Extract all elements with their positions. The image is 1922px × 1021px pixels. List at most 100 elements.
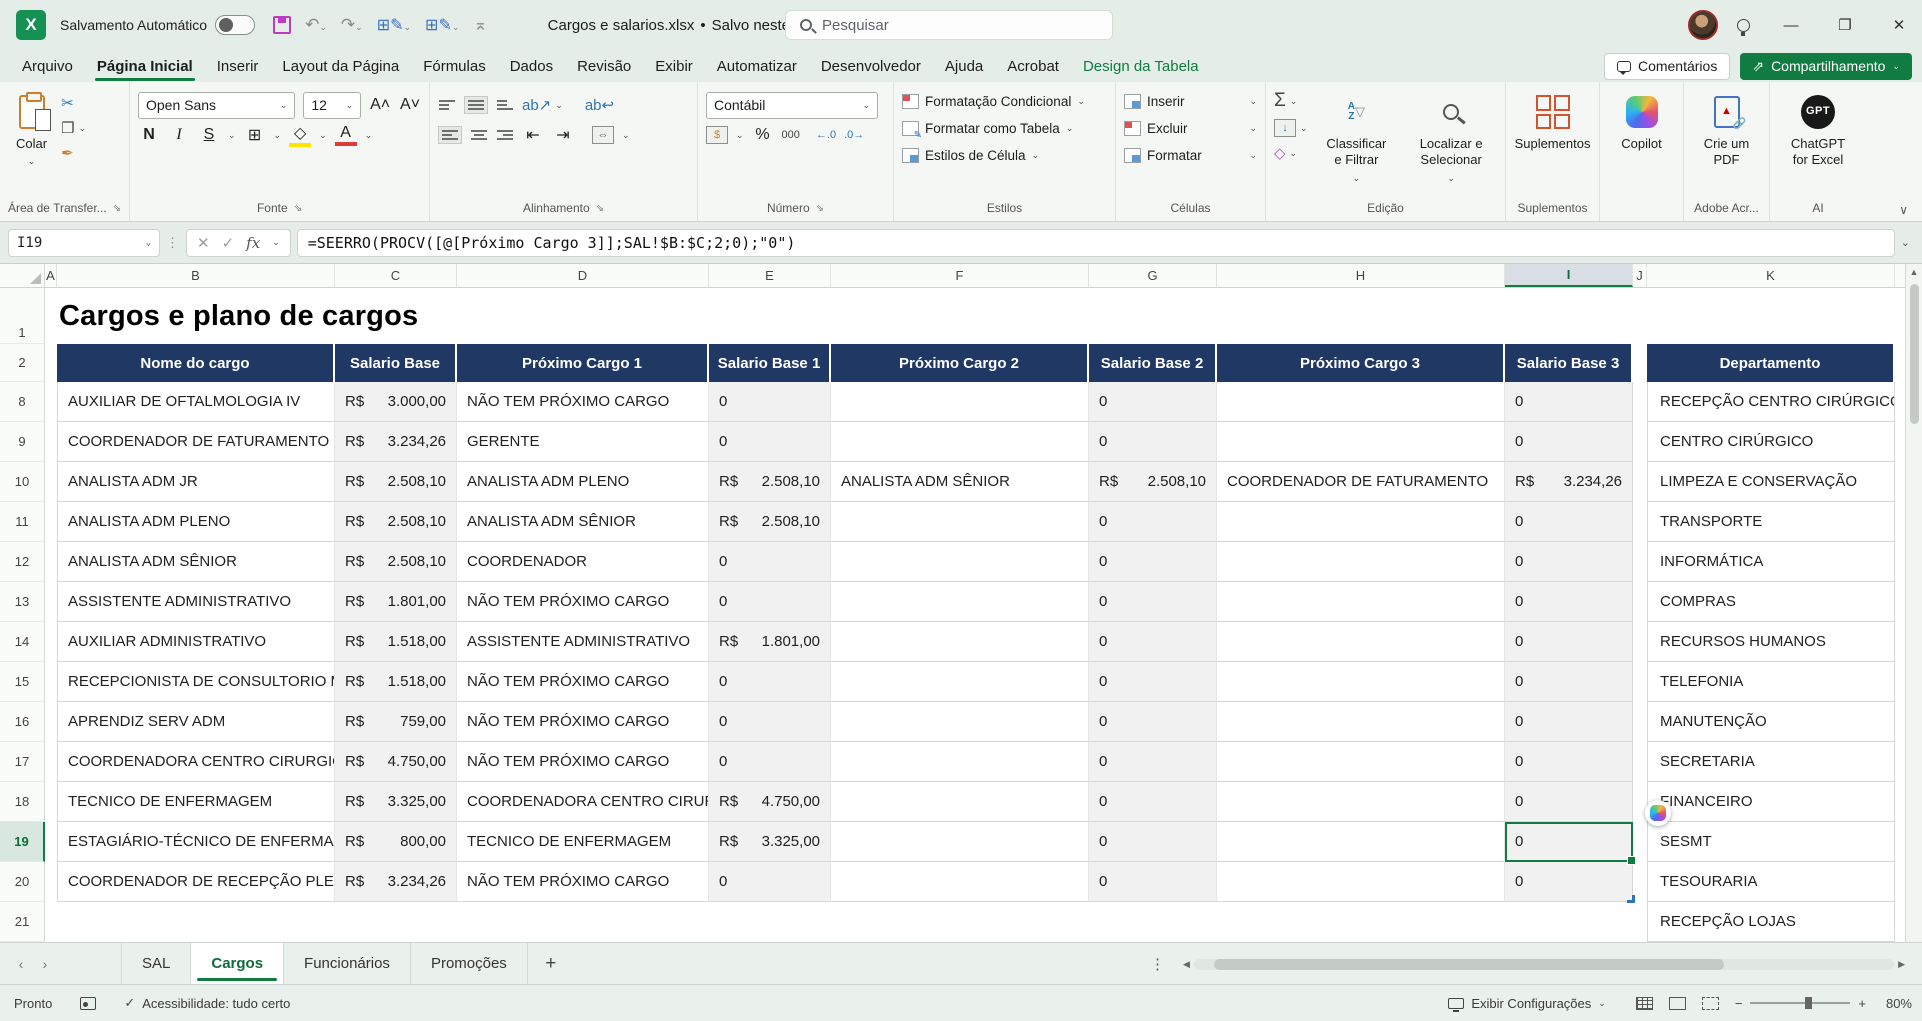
cell-J15[interactable] — [1633, 662, 1647, 702]
row-header-19[interactable]: 19 — [0, 822, 45, 862]
minimize-button[interactable]: — — [1768, 0, 1814, 50]
cell-A12[interactable] — [45, 542, 57, 582]
fill-color-icon[interactable]: ◇ — [289, 123, 311, 147]
insert-cells-button[interactable]: Inserir⌄ — [1124, 88, 1257, 115]
customize-quick-access-icon[interactable]: ⌅ — [473, 15, 487, 35]
sheet-tab-sal[interactable]: SAL — [121, 943, 191, 984]
scroll-left-icon[interactable]: ◀ — [1183, 959, 1190, 970]
cell-next2-15[interactable] — [831, 662, 1089, 702]
cell-sal2-14[interactable]: 0 — [1089, 622, 1217, 662]
cell-sal3-9[interactable]: 0 — [1505, 422, 1633, 462]
cell-sal3-19[interactable]: 0 — [1505, 822, 1633, 862]
cell-next1-15[interactable]: NÃO TEM PRÓXIMO CARGO — [457, 662, 709, 702]
table-header-8[interactable]: Salario Base 3 — [1505, 344, 1633, 382]
cell-next2-12[interactable] — [831, 542, 1089, 582]
zoom-out-icon[interactable]: − — [1735, 996, 1743, 1011]
cell-J10[interactable] — [1633, 462, 1647, 502]
cell-next1-19[interactable]: TECNICO DE ENFERMAGEM — [457, 822, 709, 862]
cell-name-16[interactable]: APRENDIZ SERV ADM — [57, 702, 335, 742]
row-header-15[interactable]: 15 — [0, 662, 45, 702]
copilot-in-cell-button[interactable] — [1645, 800, 1671, 826]
expand-formula-bar-icon[interactable]: ⌄ — [1901, 236, 1914, 249]
department-header[interactable]: Departamento — [1647, 344, 1895, 382]
column-header-K[interactable]: K — [1647, 264, 1895, 287]
cell-next1-8[interactable]: NÃO TEM PRÓXIMO CARGO — [457, 382, 709, 422]
cell-next2-18[interactable] — [831, 782, 1089, 822]
row-header-18[interactable]: 18 — [0, 782, 45, 822]
table-header-4[interactable]: Salario Base 1 — [709, 344, 831, 382]
cell-dept-18[interactable]: FINANCEIRO — [1647, 782, 1895, 822]
cell-name-14[interactable]: AUXILIAR ADMINISTRATIVO — [57, 622, 335, 662]
cell-base-9[interactable]: R$3.234,26 — [335, 422, 457, 462]
cell-A8[interactable] — [45, 382, 57, 422]
zoom-slider-thumb[interactable] — [1805, 997, 1812, 1009]
table-resize-handle[interactable] — [1627, 895, 1635, 903]
cell-next1-10[interactable]: ANALISTA ADM PLENO — [457, 462, 709, 502]
cell-next1-17[interactable]: NÃO TEM PRÓXIMO CARGO — [457, 742, 709, 782]
column-header-G[interactable]: G — [1089, 264, 1217, 287]
number-format-select[interactable]: Contábil⌄ — [706, 92, 878, 119]
menu-tab-revisão[interactable]: Revisão — [565, 50, 643, 82]
cell-sal2-9[interactable]: 0 — [1089, 422, 1217, 462]
normal-view-icon[interactable] — [1636, 997, 1653, 1010]
font-color-icon[interactable]: A — [335, 124, 357, 146]
cell-next2-8[interactable] — [831, 382, 1089, 422]
cell-next3-12[interactable] — [1217, 542, 1505, 582]
cell-sal3-11[interactable]: 0 — [1505, 502, 1633, 542]
insert-function-icon[interactable]: fx — [246, 234, 260, 252]
column-header-C[interactable]: C — [335, 264, 457, 287]
cell-name-20[interactable]: COORDENADOR DE RECEPÇÃO PLENO — [57, 862, 335, 902]
page-layout-view-icon[interactable] — [1669, 997, 1686, 1010]
cut-icon[interactable]: ✂ — [61, 94, 86, 112]
display-settings-button[interactable]: Exibir Configurações ⌄ — [1434, 985, 1620, 1021]
cell-next1-12[interactable]: COORDENADOR — [457, 542, 709, 582]
cell-sal2-8[interactable]: 0 — [1089, 382, 1217, 422]
close-button[interactable]: ✕ — [1876, 0, 1922, 50]
row-header-9[interactable]: 9 — [0, 422, 45, 462]
cell-J12[interactable] — [1633, 542, 1647, 582]
column-header-I[interactable]: I — [1505, 264, 1633, 287]
table-tool-icon-1[interactable]: ⊞✎⌄ — [377, 15, 411, 35]
cell-next2-9[interactable] — [831, 422, 1089, 462]
scroll-up-icon[interactable]: ▲ — [1910, 264, 1919, 280]
copy-icon[interactable]: ❐ ⌄ — [61, 119, 86, 137]
cell-next2-11[interactable] — [831, 502, 1089, 542]
cell-sal2-12[interactable]: 0 — [1089, 542, 1217, 582]
cell-base-12[interactable]: R$2.508,10 — [335, 542, 457, 582]
cell-base-16[interactable]: R$759,00 — [335, 702, 457, 742]
accounting-format-icon[interactable]: $ — [706, 126, 728, 144]
lightbulb-icon[interactable] — [1726, 8, 1760, 42]
cell-A19[interactable] — [45, 822, 57, 862]
cell-next2-14[interactable] — [831, 622, 1089, 662]
column-header-D[interactable]: D — [457, 264, 709, 287]
cell-sal1-20[interactable]: 0 — [709, 862, 831, 902]
cell-dept-10[interactable]: LIMPEZA E CONSERVAÇÃO — [1647, 462, 1895, 502]
menu-tab-layout-da-página[interactable]: Layout da Página — [270, 50, 411, 82]
cell-A20[interactable] — [45, 862, 57, 902]
column-header-A[interactable]: A — [45, 264, 57, 287]
bold-button[interactable]: N — [138, 126, 160, 144]
cell-dept-11[interactable]: TRANSPORTE — [1647, 502, 1895, 542]
cell-name-10[interactable]: ANALISTA ADM JR — [57, 462, 335, 502]
row-header-14[interactable]: 14 — [0, 622, 45, 662]
share-button[interactable]: ⇗ Compartilhamento ⌄ — [1740, 53, 1912, 80]
formula-input[interactable]: =SEERRO(PROCV([@[Próximo Cargo 3]];SAL!$… — [297, 229, 1895, 257]
cell-next2-13[interactable] — [831, 582, 1089, 622]
cell-sal2-17[interactable]: 0 — [1089, 742, 1217, 782]
row-header-8[interactable]: 8 — [0, 382, 45, 422]
vertical-scrollbar[interactable]: ▲ — [1905, 264, 1922, 942]
cell-name-11[interactable]: ANALISTA ADM PLENO — [57, 502, 335, 542]
table-tool-icon-2[interactable]: ⊞✎⌄ — [425, 15, 459, 35]
fx-chevron-icon[interactable]: ⌄ — [272, 237, 280, 248]
autosum-icon[interactable]: Σ⌄ — [1274, 90, 1308, 112]
cell-J8[interactable] — [1633, 382, 1647, 422]
menu-tab-exibir[interactable]: Exibir — [643, 50, 705, 82]
menu-tab-página-inicial[interactable]: Página Inicial — [85, 50, 205, 82]
cell-next3-11[interactable] — [1217, 502, 1505, 542]
cell-next2-20[interactable] — [831, 862, 1089, 902]
format-as-table-button[interactable]: Formatar como Tabela⌄ — [902, 115, 1107, 142]
cell-next2-19[interactable] — [831, 822, 1089, 862]
menu-tab-automatizar[interactable]: Automatizar — [705, 50, 809, 82]
cell-next1-13[interactable]: NÃO TEM PRÓXIMO CARGO — [457, 582, 709, 622]
cell-name-8[interactable]: AUXILIAR DE OFTALMOLOGIA IV — [57, 382, 335, 422]
